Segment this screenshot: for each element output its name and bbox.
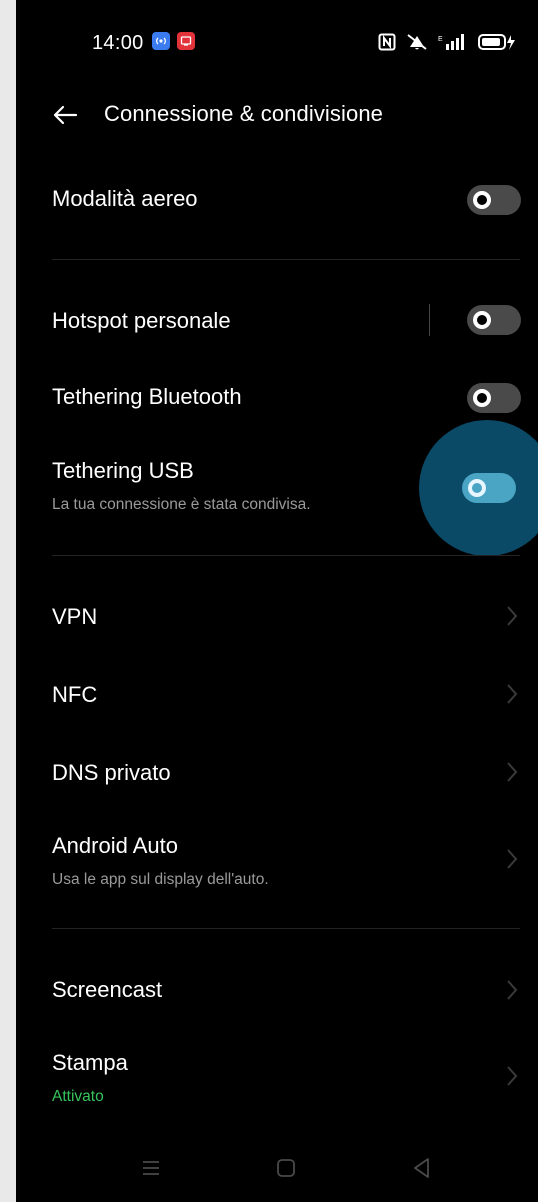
airplane-mode-row[interactable]: Modalità aereo [16, 172, 538, 232]
usb-tethering-row[interactable]: Tethering USB La tua connessione è stata… [16, 420, 538, 556]
print-row[interactable]: Stampa Attivato [16, 1032, 538, 1124]
android-auto-row[interactable]: Android Auto Usa le app sul display dell… [16, 815, 538, 907]
chevron-right-icon [507, 762, 518, 782]
page-title: Connessione & condivisione [104, 101, 383, 126]
back-icon[interactable] [406, 1152, 438, 1184]
toggle-knob [473, 191, 491, 209]
private-dns-label: DNS privato [52, 760, 171, 785]
usb-tethering-toggle[interactable] [462, 473, 516, 503]
section-divider [52, 555, 520, 556]
screencast-row[interactable]: Screencast [16, 960, 538, 1020]
vpn-label: VPN [52, 604, 98, 629]
navigation-bar [16, 1136, 538, 1202]
mute-icon [407, 34, 427, 50]
android-auto-label: Android Auto [52, 833, 178, 858]
vpn-row[interactable]: VPN [16, 586, 538, 646]
cast-icon [177, 32, 195, 50]
airplane-mode-label: Modalità aereo [52, 186, 198, 211]
status-time: 14:00 [92, 32, 144, 54]
app-header: Connessione & condivisione [16, 86, 538, 142]
hotspot-icon [152, 32, 170, 50]
signal-icon: E [438, 34, 464, 50]
status-bar: 14:00 E [16, 0, 538, 86]
hotspot-label: Hotspot personale [52, 308, 231, 333]
phone-screen: 14:00 E Connessione & condivisione Modal… [16, 0, 538, 1202]
toggle-knob [473, 311, 491, 329]
toggle-knob [468, 479, 486, 497]
back-arrow-icon[interactable] [50, 100, 80, 130]
bluetooth-tethering-row[interactable]: Tethering Bluetooth [16, 368, 538, 428]
print-status: Attivato [52, 1088, 104, 1105]
nfc-row[interactable]: NFC [16, 664, 538, 724]
chevron-right-icon [507, 849, 518, 869]
chevron-right-icon [507, 980, 518, 1000]
nfc-icon [378, 33, 396, 51]
private-dns-row[interactable]: DNS privato [16, 742, 538, 802]
airplane-mode-toggle[interactable] [467, 185, 521, 215]
status-icons: E [378, 30, 516, 54]
battery-icon [478, 34, 515, 50]
section-divider [52, 259, 520, 260]
chevron-right-icon [507, 684, 518, 704]
row-separator [429, 304, 430, 336]
toggle-knob [473, 389, 491, 407]
svg-text:E: E [438, 36, 443, 43]
bluetooth-tethering-label: Tethering Bluetooth [52, 384, 242, 409]
nfc-label: NFC [52, 682, 98, 707]
hotspot-row[interactable]: Hotspot personale [16, 290, 538, 350]
menu-icon[interactable] [135, 1152, 167, 1184]
chevron-right-icon [507, 606, 518, 626]
screencast-label: Screencast [52, 977, 163, 1002]
section-divider [52, 928, 520, 929]
usb-tethering-subtitle: La tua connessione è stata condivisa. [52, 496, 311, 513]
home-icon[interactable] [270, 1152, 302, 1184]
bluetooth-tethering-toggle[interactable] [467, 383, 521, 413]
print-label: Stampa [52, 1050, 128, 1075]
android-auto-subtitle: Usa le app sul display dell'auto. [52, 871, 269, 888]
chevron-right-icon [507, 1066, 518, 1086]
usb-tethering-label: Tethering USB [52, 458, 194, 483]
hotspot-toggle[interactable] [467, 305, 521, 335]
